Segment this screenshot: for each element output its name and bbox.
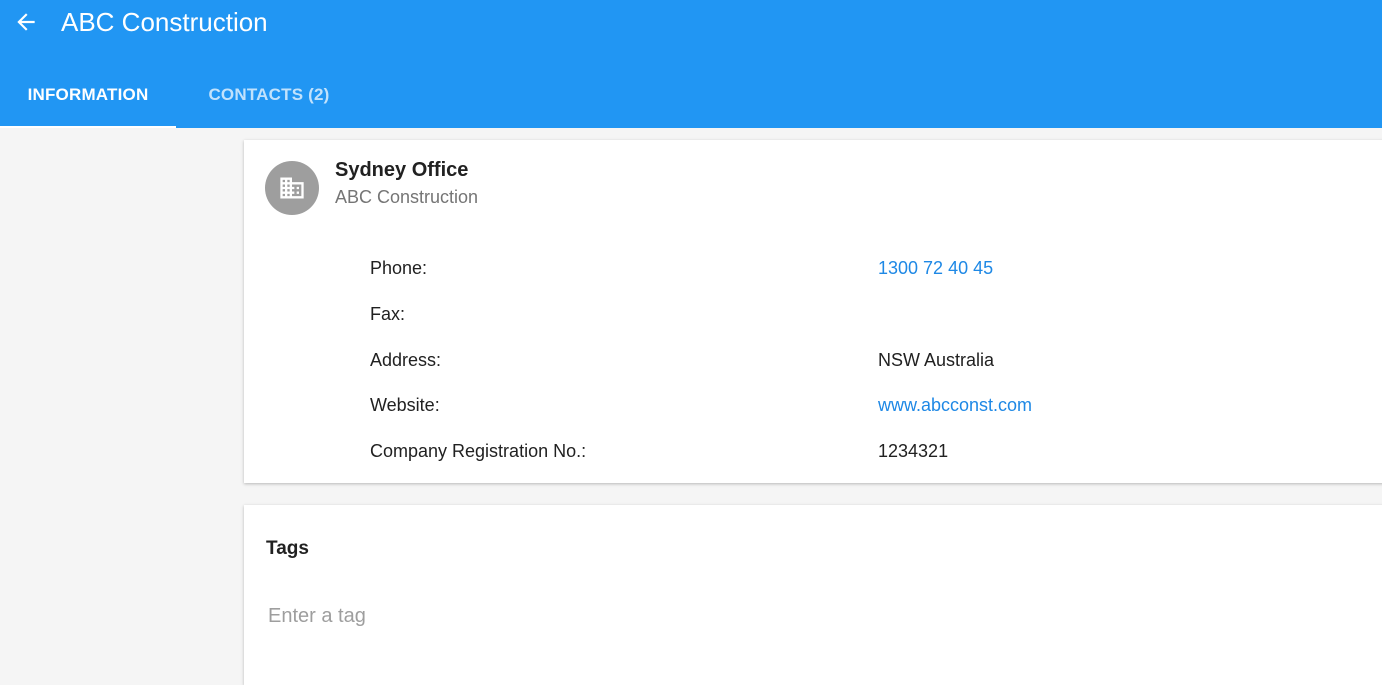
tags-title: Tags: [266, 538, 309, 559]
tab-contacts-label: CONTACTS (2): [208, 85, 330, 104]
office-company: ABC Construction: [335, 187, 479, 207]
registration-value: 1234321: [878, 441, 949, 461]
fax-label: Fax:: [370, 304, 406, 324]
page-title: ABC Construction: [61, 7, 268, 37]
active-tab-indicator: [0, 126, 176, 128]
tab-contacts[interactable]: CONTACTS (2): [176, 62, 362, 128]
arrow-left-icon: [17, 13, 35, 31]
back-button[interactable]: [10, 6, 42, 38]
tags-card: Tags: [244, 505, 1382, 685]
building-icon: [280, 177, 304, 199]
phone-link[interactable]: 1300 72 40 45: [878, 257, 993, 279]
phone-label: Phone:: [370, 258, 428, 278]
tab-information[interactable]: INFORMATION: [0, 62, 176, 128]
tag-input[interactable]: [268, 601, 868, 631]
office-avatar: [265, 161, 319, 215]
registration-label: Company Registration No.:: [370, 441, 587, 461]
office-name: Sydney Office: [335, 159, 469, 181]
address-label: Address:: [370, 350, 442, 370]
website-label: Website:: [370, 395, 440, 415]
app-bar: ABC Construction INFORMATION CONTACTS (2…: [0, 0, 1382, 128]
office-info-card: Sydney Office ABC Construction Phone: 13…: [244, 140, 1382, 483]
website-link[interactable]: www.abcconst.com: [878, 394, 1032, 416]
tab-information-label: INFORMATION: [27, 85, 149, 104]
address-value: NSW Australia: [878, 350, 995, 370]
